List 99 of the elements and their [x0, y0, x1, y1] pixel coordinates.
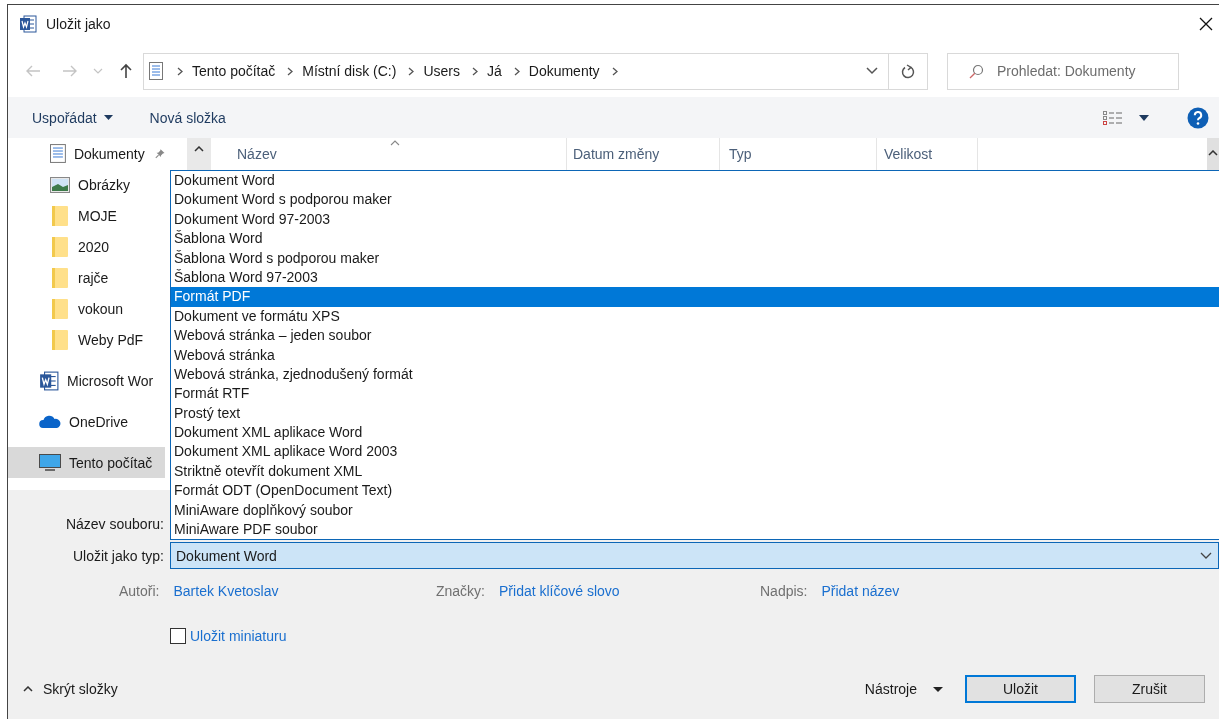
metadata-label: Nadpis: [760, 583, 808, 599]
new-folder-button[interactable]: Nová složka [149, 109, 226, 126]
list-option[interactable]: Striktně otevřít dokument XML [171, 461, 1219, 482]
sidebar-item-label: rajče [78, 269, 109, 286]
chevron-down-icon[interactable] [866, 67, 878, 75]
list-option[interactable]: MiniAware PDF soubor [171, 520, 1219, 540]
chevron-right-icon [611, 66, 618, 76]
folder-icon [50, 329, 70, 350]
window-title: Uložit jako [46, 15, 111, 32]
list-option[interactable]: Dokument XML aplikace Word 2003 [171, 442, 1219, 462]
file-type-label: Uložit jako typ: [71, 547, 164, 564]
caret-down-icon[interactable] [1139, 114, 1149, 121]
sidebar-item-label: MOJE [78, 207, 117, 224]
search-field[interactable]: Prohledat: Dokumenty [947, 52, 1179, 90]
organize-button[interactable]: Uspořádat [32, 109, 113, 126]
scroll-up-icon[interactable] [1208, 150, 1218, 156]
word-icon [19, 14, 37, 33]
list-option[interactable]: Šablona Word [171, 229, 1219, 249]
monitor-icon [39, 453, 61, 472]
document-icon [149, 62, 163, 80]
folder-icon [50, 205, 70, 226]
sidebar-item-label: 2020 [78, 238, 110, 255]
file-type-dropdown[interactable]: Dokument Word [170, 542, 1219, 569]
sidebar-item[interactable]: Weby PdF [8, 324, 165, 355]
breadcrumb[interactable]: Dokumenty [528, 63, 600, 79]
caret-down-icon [933, 686, 943, 692]
folder-icon [50, 298, 70, 319]
list-option[interactable]: MiniAware doplňkový soubor [171, 500, 1219, 521]
chevron-right-icon [287, 66, 294, 76]
list-option[interactable]: Šablona Word s podporou maker [171, 248, 1219, 268]
sidebar-item-label: Obrázky [78, 176, 131, 193]
sidebar-item[interactable]: 2020 [8, 231, 165, 262]
sort-caret-icon [389, 140, 400, 146]
chevron-right-icon [471, 66, 478, 76]
chevron-right-icon [513, 66, 520, 76]
sidebar-item[interactable]: vokoun [8, 293, 165, 324]
address-bar[interactable]: Tento počítač Místní disk (C:) Users Já Dokumenty [143, 52, 888, 90]
sidebar-item-label: vokoun [78, 300, 124, 317]
folder-icon [50, 267, 70, 288]
metadata-label: Značky: [436, 583, 485, 599]
list-option[interactable]: Dokument Word s podporou maker [171, 190, 1219, 210]
caret-down-icon [103, 115, 113, 120]
checkbox-label[interactable]: Uložit miniaturu [190, 628, 287, 644]
sidebar-item-label: Dokumenty [73, 145, 145, 162]
metadata-label: Autoři: [119, 583, 160, 599]
breadcrumb[interactable]: Já [486, 63, 502, 79]
list-option[interactable]: Webová stránka, zjednodušený formát [171, 364, 1219, 385]
sidebar-item[interactable]: rajče [8, 262, 165, 293]
list-option[interactable]: Dokument Word [171, 171, 1219, 191]
hide-folders-button[interactable]: Skrýt složky [23, 681, 118, 697]
breadcrumb[interactable]: Tento počítač [192, 63, 276, 79]
chevron-down-icon [1200, 551, 1212, 560]
breadcrumb[interactable]: Users [423, 63, 460, 79]
list-option[interactable]: Prostý text [171, 403, 1219, 424]
sidebar-item[interactable]: Microsoft Wor [8, 365, 165, 396]
list-option[interactable]: Formát RTF [171, 384, 1219, 404]
word-icon [39, 370, 59, 391]
list-option[interactable]: Webová stránka – jeden soubor [171, 326, 1219, 346]
sidebar-item-label: Tento počítač [69, 454, 153, 471]
chevron-right-icon [177, 66, 183, 76]
dialog-button[interactable]: Uložit [965, 675, 1076, 703]
sidebar-item[interactable]: Dokumenty [8, 138, 165, 169]
list-option[interactable]: Dokument ve formátu XPS [171, 306, 1219, 327]
up-arrow-icon[interactable] [119, 63, 133, 79]
sidebar-item-label: Microsoft Wor [67, 372, 154, 389]
list-option[interactable]: Formát PDF [171, 287, 1219, 307]
sidebar-item-label: OneDrive [69, 413, 129, 430]
close-icon[interactable] [1198, 15, 1214, 32]
help-icon[interactable] [1187, 106, 1209, 129]
tools-button[interactable]: Nástroje [864, 681, 943, 697]
search-icon [969, 63, 984, 79]
refresh-button[interactable] [888, 52, 928, 90]
folder-icon [50, 236, 70, 257]
sidebar-item[interactable]: MOJE [8, 200, 165, 231]
document-icon [50, 144, 66, 163]
checkbox[interactable] [170, 628, 186, 644]
sidebar-item-label: Weby PdF [78, 331, 144, 348]
refresh-icon [901, 63, 915, 79]
file-name-label: Název souboru: [64, 515, 164, 532]
chevron-right-icon [408, 66, 415, 76]
list-option[interactable]: Formát ODT (OpenDocument Text) [171, 481, 1219, 501]
list-option[interactable]: Šablona Word 97-2003 [171, 267, 1219, 288]
sidebar-item[interactable]: Tento počítač [8, 447, 165, 478]
cloud-icon [39, 415, 61, 428]
breadcrumb[interactable]: Místní disk (C:) [302, 63, 397, 79]
metadata-link[interactable]: Přidat název [821, 583, 900, 599]
list-option[interactable]: Dokument XML aplikace Word [171, 423, 1219, 443]
sidebar-item[interactable]: Obrázky [8, 169, 165, 200]
metadata-link[interactable]: Bartek Kvetoslav [173, 583, 279, 599]
list-option[interactable]: Webová stránka [171, 345, 1219, 365]
landscape-image-icon [50, 176, 70, 193]
dialog-button[interactable]: Zrušit [1094, 675, 1205, 703]
view-options-icon[interactable] [1103, 110, 1123, 125]
chevron-up-icon [23, 686, 33, 692]
pin-icon [154, 147, 165, 160]
list-option[interactable]: Dokument Word 97-2003 [171, 209, 1219, 230]
metadata-link[interactable]: Přidat klíčové slovo [499, 583, 620, 599]
scroll-up-icon[interactable] [194, 146, 204, 152]
sidebar-item[interactable]: OneDrive [8, 406, 165, 437]
